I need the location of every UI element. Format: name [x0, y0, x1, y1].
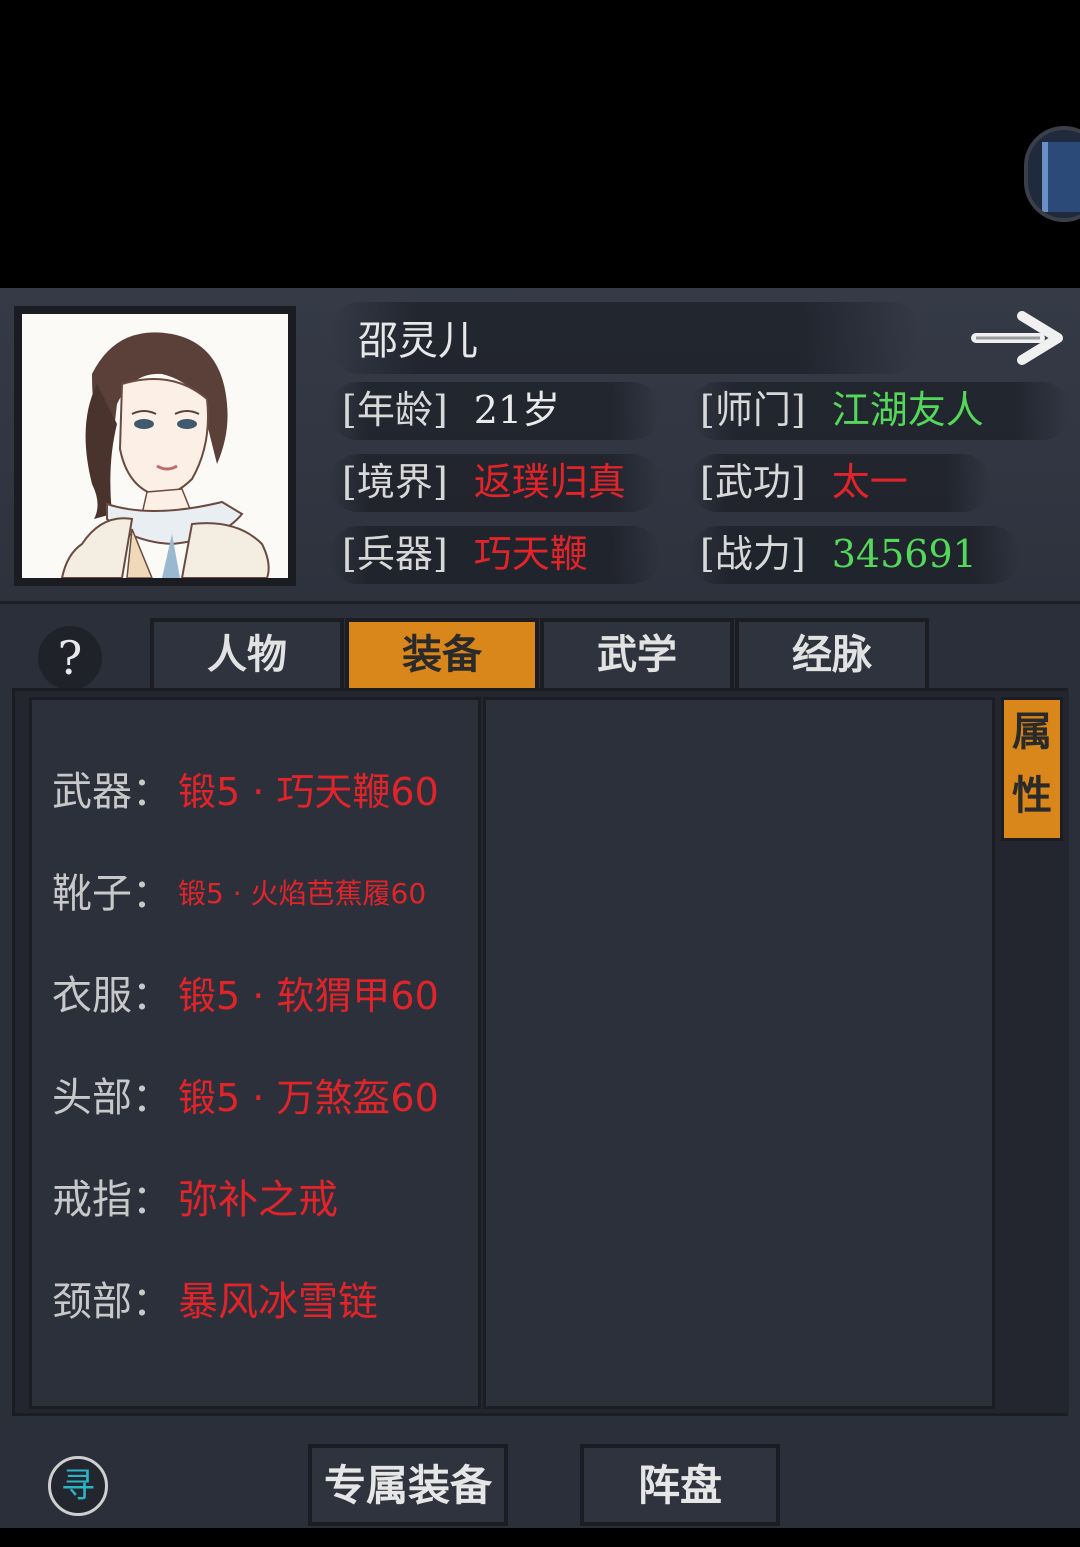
slot-label: 颈部： — [52, 1279, 172, 1325]
tab-equipment[interactable]: 装备 — [345, 618, 539, 688]
slot-item: 锻5 · 巧天鞭60 — [178, 770, 439, 814]
tabs-row: ? 人物 装备 武学 经脉 — [0, 618, 1080, 690]
equip-slot-ring[interactable]: 戒指： 弥补之戒 — [52, 1170, 338, 1230]
equipment-detail-panel — [483, 697, 995, 1409]
bottom-black-edge — [0, 1528, 1080, 1547]
attr-tab-line1: 属 — [1012, 708, 1052, 755]
tab-attributes[interactable]: 属 性 — [1001, 697, 1063, 841]
slot-item: 暴风冰雪链 — [178, 1279, 378, 1325]
stat-sect-label: [师门] — [700, 388, 806, 432]
slot-label: 武器： — [52, 769, 172, 815]
character-portrait — [22, 314, 288, 578]
stat-weapon-value: 巧天鞭 — [473, 532, 588, 576]
stat-realm-value: 返璞归真 — [473, 460, 626, 504]
tab-martial-arts[interactable]: 武学 — [540, 618, 734, 688]
slot-label: 衣服： — [52, 973, 172, 1019]
tab-meridians[interactable]: 经脉 — [735, 618, 929, 688]
slot-item: 锻5 · 万煞盔60 — [178, 1076, 439, 1120]
equip-slot-weapon[interactable]: 武器： 锻5 · 巧天鞭60 — [52, 762, 439, 822]
stat-power-label: [战力] — [700, 532, 806, 576]
slot-item: 锻5 · 软猬甲60 — [178, 974, 439, 1018]
equipment-content: 武器： 锻5 · 巧天鞭60 靴子： 锻5 · 火焰芭蕉履60 衣服： 锻5 · 软猬… — [12, 688, 1069, 1416]
book-icon — [1042, 142, 1080, 212]
exclusive-equipment-button[interactable]: 专属装备 — [308, 1444, 508, 1526]
equip-slot-head[interactable]: 头部： 锻5 · 万煞盔60 — [52, 1068, 439, 1128]
stat-weapon: [兵器] 巧天鞭 — [342, 526, 588, 582]
slot-label: 戒指： — [52, 1177, 172, 1223]
stat-age-value: 21岁 — [473, 388, 561, 432]
seek-icon[interactable]: 寻 — [48, 1456, 108, 1516]
stat-martial-value: 太一 — [831, 460, 908, 504]
stat-power: [战力] 345691 — [700, 526, 977, 582]
stat-sect: [师门] 江湖友人 — [700, 382, 984, 438]
character-name: 邵灵儿 — [358, 318, 478, 364]
stat-martial: [武功] 太一 — [700, 454, 908, 510]
stat-martial-label: [武功] — [700, 460, 806, 504]
portrait-frame — [14, 306, 296, 586]
stat-realm-label: [境界] — [342, 460, 448, 504]
stat-age: [年龄] 21岁 — [342, 382, 560, 438]
equipment-slots: 武器： 锻5 · 巧天鞭60 靴子： 锻5 · 火焰芭蕉履60 衣服： 锻5 · 软猬… — [29, 697, 481, 1409]
equip-slot-boots[interactable]: 靴子： 锻5 · 火焰芭蕉履60 — [52, 864, 426, 924]
character-panel: 邵灵儿 [年龄] 21岁 [师门] 江湖友人 [境界] 返璞归真 [武功] 太一 — [0, 288, 1080, 1547]
stat-age-label: [年龄] — [342, 388, 448, 432]
attr-tab-line2: 性 — [1012, 772, 1052, 819]
tab-character[interactable]: 人物 — [150, 618, 344, 688]
equip-slot-neck[interactable]: 颈部： 暴风冰雪链 — [52, 1272, 378, 1332]
book-corner-icon[interactable] — [1024, 126, 1080, 222]
slot-label: 靴子： — [52, 871, 172, 917]
top-black-area — [0, 0, 1080, 288]
equip-slot-armor[interactable]: 衣服： 锻5 · 软猬甲60 — [52, 966, 439, 1026]
stat-sect-value: 江湖友人 — [831, 388, 984, 432]
stat-realm: [境界] 返璞归真 — [342, 454, 626, 510]
formation-button[interactable]: 阵盘 — [580, 1444, 780, 1526]
stat-power-value: 345691 — [831, 532, 977, 576]
slot-item: 弥补之戒 — [178, 1177, 338, 1223]
slot-label: 头部： — [52, 1075, 172, 1121]
bottom-bar: 寻 专属装备 阵盘 — [12, 1428, 1068, 1528]
help-icon[interactable]: ? — [38, 626, 102, 690]
slot-item: 锻5 · 火焰芭蕉履60 — [178, 877, 427, 910]
stat-weapon-label: [兵器] — [342, 532, 448, 576]
character-header: 邵灵儿 [年龄] 21岁 [师门] 江湖友人 [境界] 返璞归真 [武功] 太一 — [0, 288, 1080, 604]
next-arrow-icon[interactable] — [970, 308, 1066, 368]
